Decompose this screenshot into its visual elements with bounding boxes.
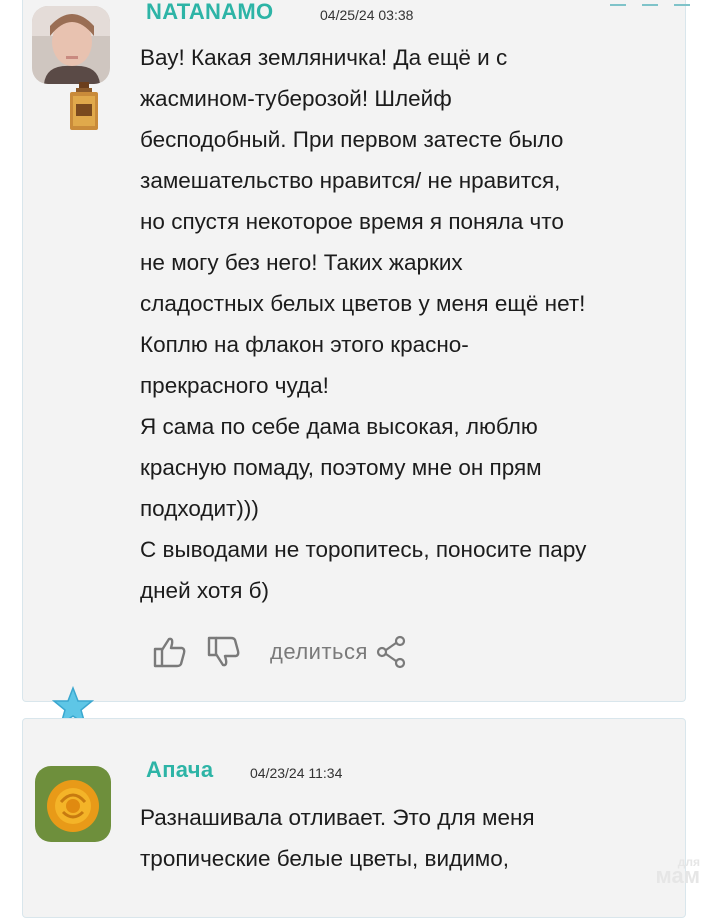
share-button[interactable]: делиться (270, 639, 368, 665)
perfume-badge-icon (62, 82, 106, 132)
comment-line: тропические белые цветы, видимо, (140, 846, 509, 871)
top-toolbar-icons (610, 0, 690, 6)
comment-date: 04/23/24 11:34 (250, 765, 343, 781)
comment-line: Разнашивала отливает. Это для меня (140, 805, 535, 830)
comment-line: Коплю на флакон этого красно- (140, 332, 469, 357)
comment-line: не могу без него! Таких жарких (140, 250, 463, 275)
watermark-big: мам (655, 863, 701, 888)
site-watermark: для мам (655, 855, 701, 888)
toolbar-icon-3[interactable] (674, 0, 690, 6)
comment-line: жасмином-туберозой! Шлейф (140, 86, 452, 111)
like-icon[interactable] (152, 634, 188, 670)
dislike-icon[interactable] (206, 634, 242, 670)
comment-line: сладостных белых цветов у меня ещё нет! (140, 291, 586, 316)
comment-date: 04/25/24 03:38 (320, 7, 414, 23)
comment-line: прекрасного чуда! (140, 373, 329, 398)
comment-line: но спустя некоторое время я поняла что (140, 209, 564, 234)
comment-actions: делиться (152, 634, 406, 670)
comment-line: Вау! Какая земляничка! Да ещё и с (140, 45, 508, 70)
comment-text: Вау! Какая земляничка! Да ещё и с жасмин… (140, 37, 688, 611)
user-avatar-natanamo[interactable] (32, 6, 110, 84)
comment-line: дней хотя б) (140, 578, 270, 603)
toolbar-icon-2[interactable] (642, 0, 658, 6)
comment-text: Разнашивала отливает. Это для меня тропи… (140, 797, 688, 879)
comment-line: красную помаду, поэтому мне он прям (140, 455, 542, 480)
comment-line: подходит))) (140, 496, 259, 521)
comment-line: бесподобный. При первом затесте было (140, 127, 564, 152)
comment-line: Я сама по себе дама высокая, люблю (140, 414, 538, 439)
username[interactable]: NATANAMO (146, 0, 273, 25)
username[interactable]: Апача (146, 757, 213, 783)
comment-line: замешательство нравится/ не нравится, (140, 168, 561, 193)
comment-line: С выводами не торопитесь, поносите пару (140, 537, 587, 562)
share-icon[interactable] (376, 635, 406, 669)
toolbar-icon-1[interactable] (610, 0, 626, 6)
user-avatar-apacha[interactable] (35, 766, 111, 842)
